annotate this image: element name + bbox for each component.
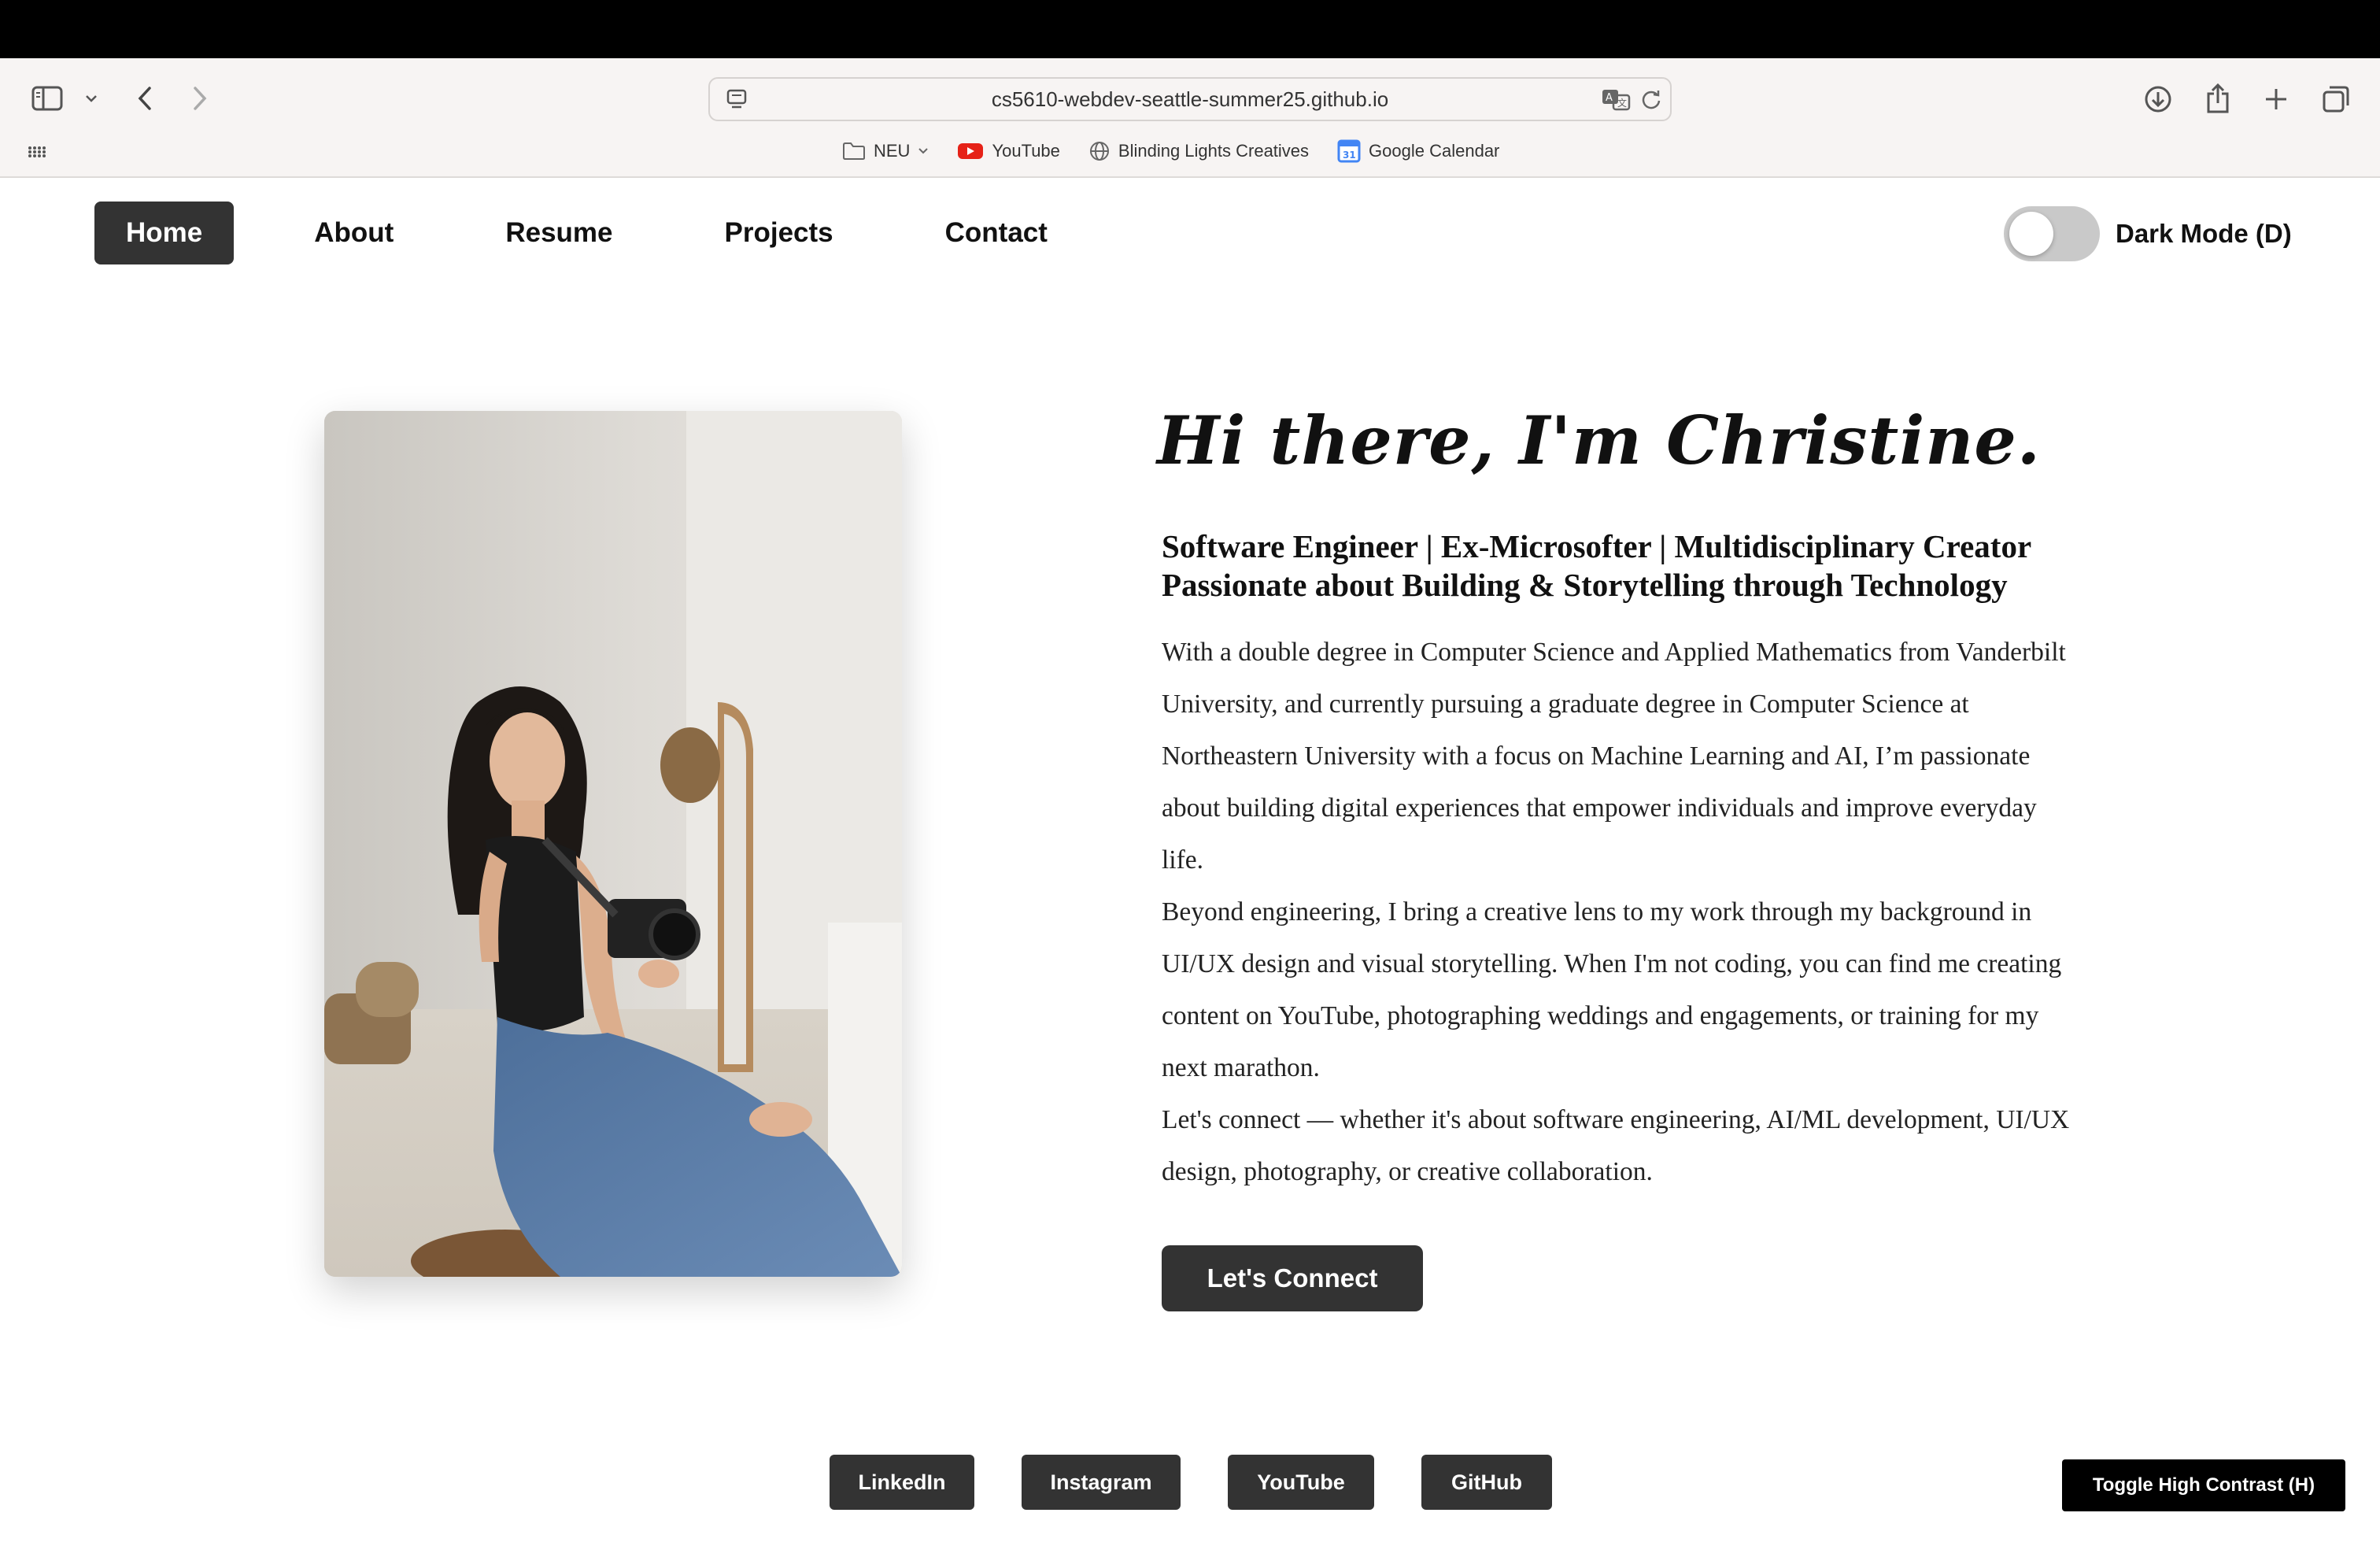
dark-mode-toggle[interactable] [2004, 206, 2100, 261]
nav-contact[interactable]: Contact [914, 202, 1079, 264]
tagline: Software Engineer | Ex-Microsofter | Mul… [1162, 527, 2075, 605]
toggle-knob [2009, 212, 2053, 256]
svg-text:A: A [1606, 92, 1613, 104]
forward-icon[interactable] [186, 80, 214, 117]
nav-home[interactable]: Home [94, 202, 235, 264]
browser-toolbar: cs5610-webdev-seattle-summer25.github.io… [0, 58, 2380, 178]
nav-resume[interactable]: Resume [474, 202, 644, 264]
apps-grid-icon[interactable] [25, 140, 49, 164]
os-menu-bar [0, 0, 2380, 58]
nav-about[interactable]: About [283, 202, 425, 264]
github-button[interactable]: GitHub [1421, 1455, 1552, 1510]
youtube-icon [957, 142, 984, 161]
chevron-down-icon[interactable] [80, 87, 102, 110]
bookmark-google-calendar[interactable]: 31 Google Calendar [1337, 139, 1499, 163]
high-contrast-button[interactable]: Toggle High Contrast (H) [2062, 1459, 2345, 1511]
bookmark-neu[interactable]: NEU [842, 141, 929, 161]
lets-connect-button[interactable]: Let's Connect [1162, 1245, 1423, 1311]
linkedin-button[interactable]: LinkedIn [830, 1455, 974, 1510]
youtube-button[interactable]: YouTube [1228, 1455, 1374, 1510]
tagline-line-2: Passionate about Building & Storytelling… [1162, 567, 2008, 603]
back-icon[interactable] [131, 80, 159, 117]
profile-photo [324, 411, 902, 1277]
bio-paragraph: Let's connect — whether it's about softw… [1162, 1105, 2070, 1186]
new-tab-icon[interactable] [2259, 82, 2293, 117]
bookmark-blinding-lights[interactable]: Blinding Lights Creatives [1088, 140, 1309, 162]
share-icon[interactable] [2201, 79, 2235, 118]
dark-mode-control: Dark Mode (D) [2004, 206, 2292, 261]
sidebar-icon[interactable] [30, 79, 65, 118]
calendar-badge: 31 [1343, 150, 1356, 161]
dark-mode-label: Dark Mode (D) [2116, 219, 2292, 248]
calendar-icon: 31 [1337, 139, 1361, 163]
translate-icon[interactable]: A文 [1599, 85, 1632, 113]
tab-overview-icon[interactable] [2319, 82, 2353, 117]
bio: With a double degree in Computer Science… [1162, 627, 2075, 1198]
address-bar[interactable]: cs5610-webdev-seattle-summer25.github.io… [708, 77, 1672, 121]
download-icon[interactable] [2141, 82, 2175, 117]
bookmark-youtube[interactable]: YouTube [957, 141, 1060, 161]
url-text: cs5610-webdev-seattle-summer25.github.io [991, 87, 1389, 111]
globe-icon [1088, 140, 1111, 162]
tagline-line-1: Software Engineer | Ex-Microsofter | Mul… [1162, 528, 2032, 564]
nav-projects[interactable]: Projects [693, 202, 865, 264]
folder-icon [842, 142, 866, 161]
chevron-down-icon [918, 147, 929, 155]
bookmark-label: Google Calendar [1369, 141, 1500, 161]
bookmark-label: NEU [874, 141, 911, 161]
social-links: LinkedIn Instagram YouTube GitHub [0, 1455, 2380, 1510]
bookmarks-bar: NEU YouTube Blinding Lights Creatives 31… [842, 135, 1499, 167]
bookmark-label: YouTube [992, 141, 1060, 161]
greeting-heading: Hi there, I'm Christine. [1157, 401, 2042, 479]
main-nav: Home About Resume Projects Contact [94, 202, 1128, 264]
bookmark-label: Blinding Lights Creatives [1118, 141, 1310, 161]
bio-paragraph: With a double degree in Computer Science… [1162, 638, 2066, 875]
bio-paragraph: Beyond engineering, I bring a creative l… [1162, 897, 2062, 1082]
svg-text:文: 文 [1617, 97, 1627, 109]
instagram-button[interactable]: Instagram [1022, 1455, 1181, 1510]
reload-icon[interactable] [1637, 85, 1665, 113]
